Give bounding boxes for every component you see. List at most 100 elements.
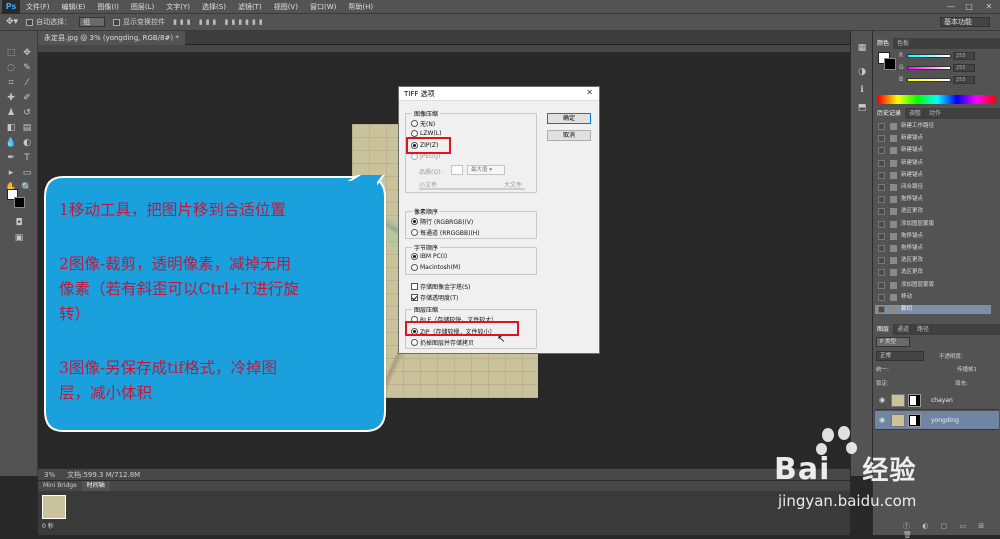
screen-mode-icon[interactable]: ▣ — [12, 231, 26, 245]
quality-slider[interactable] — [419, 188, 525, 190]
menu-image[interactable]: 图像(I) — [91, 2, 125, 12]
tab-layers[interactable]: 图层 — [873, 324, 894, 335]
g-value[interactable]: 255 — [953, 64, 975, 72]
menu-filter[interactable]: 滤镜(T) — [232, 2, 268, 12]
history-brush-icon[interactable]: ↺ — [20, 106, 34, 120]
history-brush-source[interactable] — [878, 208, 885, 216]
history-brush-source[interactable] — [878, 220, 885, 228]
marquee-tool-icon[interactable]: ⬚ — [4, 46, 18, 60]
history-item[interactable]: 闭合路径 — [875, 183, 991, 192]
history-item[interactable]: 选区更改 — [875, 207, 991, 216]
auto-select-dropdown[interactable]: 组 — [79, 17, 106, 27]
info-panel-icon[interactable]: ℹ — [855, 83, 869, 97]
tab-color[interactable]: 颜色 — [873, 38, 894, 49]
history-brush-source[interactable] — [878, 147, 885, 155]
radio-lzw[interactable]: LZW(L) — [411, 130, 441, 137]
r-slider[interactable] — [907, 54, 951, 58]
history-item[interactable]: 拖移锚点 — [875, 244, 991, 253]
history-item[interactable]: 新建锚点 — [875, 171, 991, 180]
history-item[interactable]: 新建工作路径 — [875, 122, 991, 131]
radio-none[interactable]: 无(N) — [411, 119, 435, 128]
layer-mask-thumbnail[interactable] — [908, 394, 921, 407]
layer-mask-thumbnail[interactable] — [908, 414, 921, 427]
blur-tool-icon[interactable]: 💧 — [4, 136, 18, 150]
history-item[interactable]: 裁切 — [875, 305, 991, 314]
quick-mask-icon[interactable]: ◘ — [12, 216, 26, 230]
history-item[interactable]: 移动 — [875, 293, 991, 302]
quality-input[interactable] — [451, 165, 463, 175]
eyedropper-icon[interactable]: ⁄ — [20, 76, 34, 90]
bg-swatch[interactable] — [884, 58, 896, 70]
frame-time[interactable]: 0 秒 — [42, 521, 54, 530]
history-item[interactable]: 选区更改 — [875, 256, 991, 265]
history-brush-source[interactable] — [878, 184, 885, 191]
menu-help[interactable]: 帮助(H) — [342, 2, 379, 12]
history-brush-source[interactable] — [878, 171, 885, 179]
path-select-icon[interactable]: ▸ — [4, 166, 18, 180]
layer-row-chayan[interactable]: ◉ chayan — [875, 391, 999, 410]
b-value[interactable]: 255 — [953, 76, 975, 84]
eye-icon[interactable]: ◉ — [879, 391, 885, 410]
adjust-panel-icon[interactable]: ◑ — [855, 65, 869, 79]
propagate-label[interactable]: 传播帧1 — [957, 365, 977, 373]
align-icons[interactable]: ▮▮▮ ▮▮▮ ▮▮▮▮▮▮ — [173, 18, 266, 26]
radio-macintosh[interactable]: Macintosh(M) — [411, 264, 460, 271]
history-item[interactable]: 新建锚点 — [875, 146, 991, 155]
history-brush-source[interactable] — [878, 123, 885, 130]
zoom-tool-icon[interactable]: 🔍 — [20, 181, 34, 195]
tab-paths[interactable]: 路径 — [913, 324, 933, 335]
shape-tool-icon[interactable]: ▭ — [20, 166, 34, 180]
menu-select[interactable]: 选择(S) — [196, 2, 232, 12]
document-tab[interactable]: 永定县.jpg @ 3% (yongding, RGB/8#) * — [38, 31, 185, 45]
auto-select-option[interactable]: 自动选择： — [26, 17, 71, 27]
frame-thumbnail[interactable] — [42, 495, 66, 519]
zoom-level[interactable]: 3% — [44, 471, 55, 479]
history-item[interactable]: 拖移锚点 — [875, 232, 991, 241]
b-slider[interactable] — [907, 78, 951, 82]
radio-interleaved[interactable]: 隔行 (RGBRGB)(V) — [411, 217, 473, 226]
history-brush-source[interactable] — [878, 135, 885, 143]
tab-history[interactable]: 历史记录 — [873, 108, 906, 119]
healing-brush-icon[interactable]: ✚ — [4, 91, 18, 105]
g-slider[interactable] — [907, 66, 951, 70]
lasso-tool-icon[interactable]: ◌ — [4, 61, 18, 75]
history-item[interactable]: 新建锚点 — [875, 134, 991, 143]
history-panel-icon[interactable]: ▦ — [855, 41, 869, 55]
eraser-tool-icon[interactable]: ◧ — [4, 121, 18, 135]
workspace-dropdown[interactable]: 基本功能 — [940, 17, 990, 27]
dodge-tool-icon[interactable]: ◐ — [20, 136, 34, 150]
background-color[interactable] — [14, 197, 25, 208]
r-value[interactable]: 255 — [953, 52, 975, 60]
history-item[interactable]: 新建锚点 — [875, 159, 991, 168]
tab-swatches[interactable]: 色板 — [893, 38, 913, 49]
history-item[interactable]: 拖移锚点 — [875, 195, 991, 204]
history-item[interactable]: 添加图层蒙版 — [875, 220, 991, 229]
radio-discard-layers[interactable]: 扔掉图层并存储拷贝 — [411, 338, 474, 347]
history-brush-source[interactable] — [878, 269, 885, 277]
tab-mini-bridge[interactable]: Mini Bridge — [38, 481, 82, 491]
history-brush-source[interactable] — [878, 232, 885, 240]
history-brush-source[interactable] — [878, 306, 885, 313]
tab-channels[interactable]: 通道 — [893, 324, 913, 335]
menu-type[interactable]: 文字(Y) — [160, 2, 196, 12]
menu-view[interactable]: 视图(V) — [268, 2, 304, 12]
brush-tool-icon[interactable]: ✐ — [20, 91, 34, 105]
save-transparency-checkbox[interactable]: 存储透明度(T) — [411, 293, 458, 302]
menu-layer[interactable]: 图层(L) — [125, 2, 160, 12]
tab-timeline[interactable]: 时间轴 — [81, 481, 110, 491]
radio-jpeg[interactable]: JPEG(J) — [411, 153, 440, 160]
move-tool-icon[interactable]: ✥ — [20, 46, 34, 60]
menu-edit[interactable]: 编辑(E) — [56, 2, 92, 12]
tab-adjust[interactable]: 调整 — [905, 108, 925, 119]
maximize-icon[interactable]: □ — [960, 0, 978, 14]
history-brush-source[interactable] — [878, 196, 885, 204]
history-item[interactable]: 添加图层蒙版 — [875, 281, 991, 290]
history-item[interactable]: 选区更改 — [875, 268, 991, 277]
history-brush-source[interactable] — [878, 257, 885, 265]
quality-dropdown[interactable]: 最大值 ▾ — [467, 165, 505, 175]
type-tool-icon[interactable]: T — [20, 151, 34, 165]
menu-file[interactable]: 文件(F) — [20, 2, 56, 12]
spectrum-bar[interactable] — [878, 95, 996, 104]
close-icon[interactable]: ✕ — [586, 88, 593, 97]
minimize-icon[interactable]: — — [942, 0, 960, 14]
